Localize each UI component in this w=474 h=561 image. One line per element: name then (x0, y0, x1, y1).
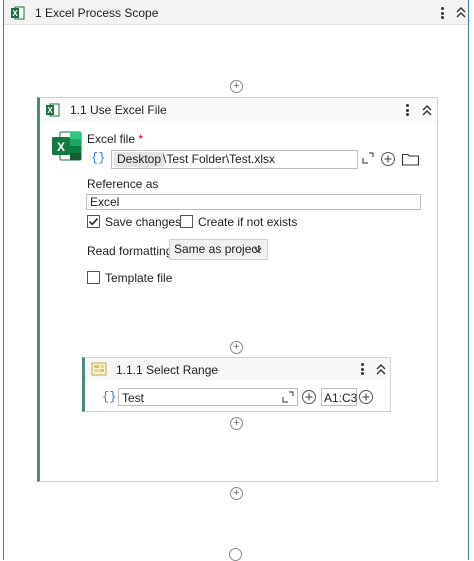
checkmark-icon (88, 217, 99, 226)
sheet-name-input[interactable] (118, 388, 298, 406)
sheet-name-value: Test (122, 391, 145, 405)
read-formatting-label: Read formatting (87, 244, 173, 258)
read-formatting-value: Same as project (174, 242, 261, 256)
add-activity-icon[interactable]: + (230, 417, 243, 430)
folder-browse-icon[interactable] (401, 151, 420, 167)
plus-circle-icon[interactable] (301, 389, 317, 405)
read-formatting-dropdown[interactable]: Same as project (169, 239, 268, 260)
path-text: \Test Folder\Test.xlsx (163, 152, 276, 166)
select-range-icon (91, 362, 107, 376)
template-file-label: Template file (105, 271, 173, 285)
create-if-not-exists-label: Create if not exists (198, 215, 298, 229)
scope-title: 1 Excel Process Scope (35, 6, 159, 20)
svg-text:X: X (47, 106, 53, 115)
save-changes-checkbox[interactable] (87, 215, 100, 228)
svg-text:X: X (12, 9, 18, 18)
select-range-title: 1.1.1 Select Range (116, 363, 219, 377)
chevron-down-icon (254, 247, 262, 253)
expression-braces-icon[interactable]: {} (91, 151, 105, 165)
plus-circle-icon[interactable] (358, 389, 374, 405)
excel-logo-icon: X (52, 131, 82, 161)
reference-as-input[interactable] (86, 194, 421, 210)
create-if-not-exists-checkbox[interactable] (180, 215, 193, 228)
required-marker: * (138, 132, 144, 146)
use-excel-collapse-icon[interactable] (420, 103, 434, 117)
range-value: A1:C3 (324, 391, 358, 405)
excel-icon: X (46, 103, 60, 117)
add-activity-icon[interactable]: + (230, 487, 243, 500)
add-activity-icon[interactable]: + (230, 341, 243, 354)
use-excel-title: 1.1 Use Excel File (70, 103, 167, 117)
expression-braces-icon[interactable]: {} (102, 390, 116, 404)
plus-circle-icon[interactable] (380, 151, 396, 167)
add-activity-icon[interactable]: + (230, 80, 243, 93)
select-range-menu-icon[interactable] (357, 361, 367, 377)
reference-as-value: Excel (90, 195, 120, 209)
scope-menu-icon[interactable] (437, 5, 447, 21)
excel-icon: X (11, 6, 25, 20)
select-range-collapse-icon[interactable] (374, 362, 388, 376)
path-chip-desktop: Desktop (114, 152, 165, 167)
use-excel-menu-icon[interactable] (402, 102, 412, 118)
template-file-checkbox[interactable] (87, 271, 100, 284)
excel-file-label-text: Excel file (87, 132, 136, 146)
reference-as-label: Reference as (87, 177, 159, 191)
save-changes-label: Save changes (105, 215, 182, 229)
svg-text:X: X (57, 140, 65, 154)
scope-collapse-icon[interactable] (454, 5, 468, 19)
expand-icon[interactable] (361, 151, 375, 165)
expand-icon[interactable] (281, 390, 295, 404)
excel-file-label: Excel file * (87, 132, 143, 146)
